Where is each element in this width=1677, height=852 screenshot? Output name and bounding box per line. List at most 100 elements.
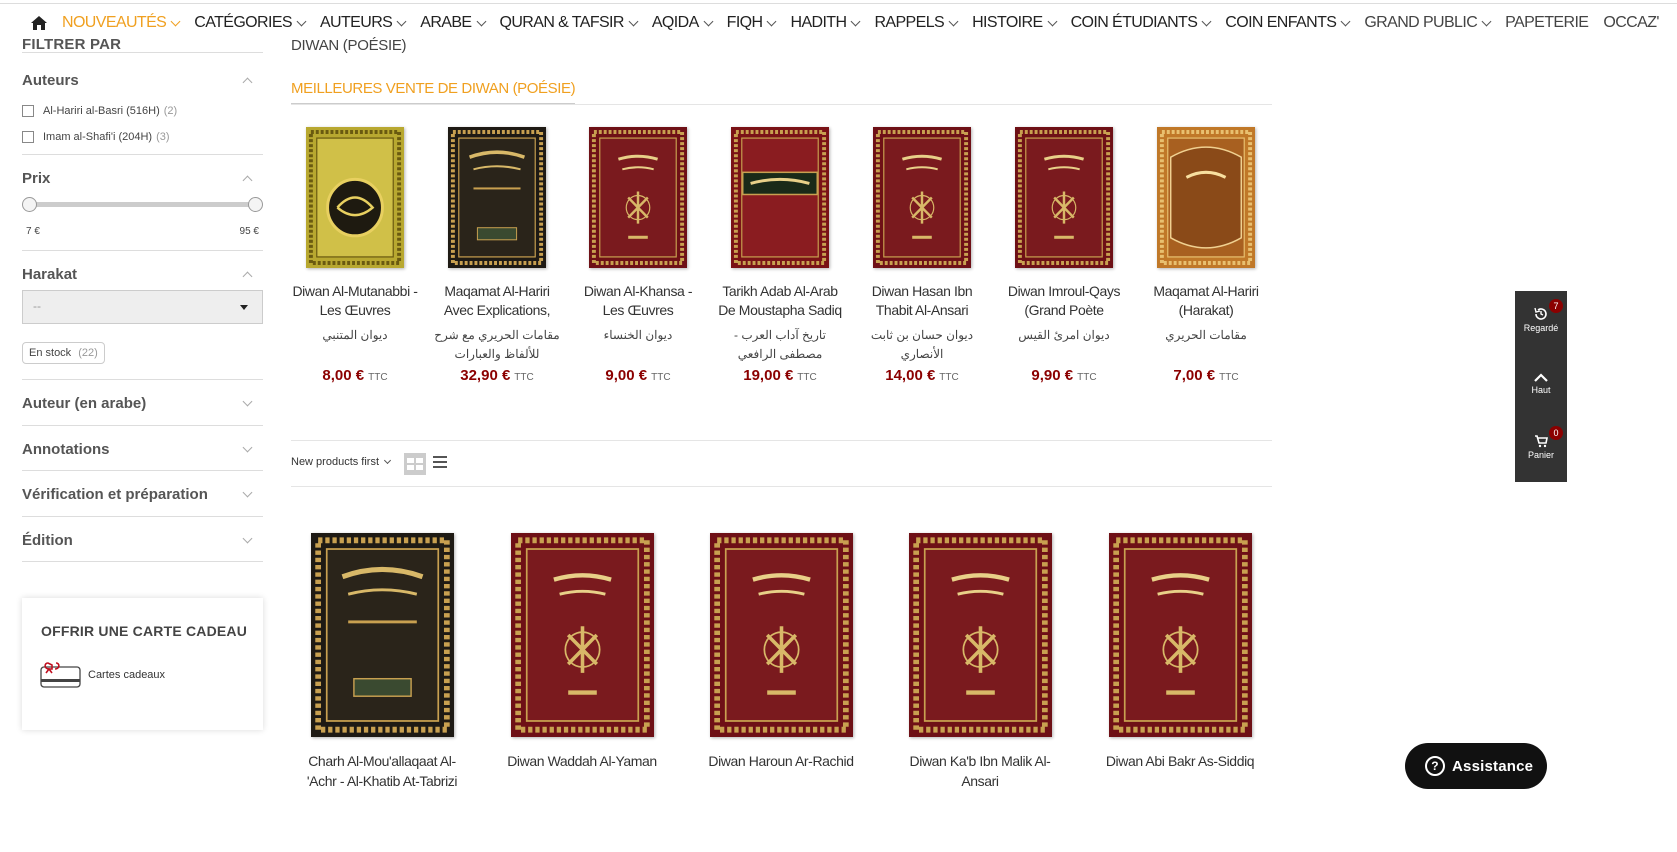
nav-item-rappels[interactable]: RAPPELS bbox=[874, 14, 959, 32]
product-name[interactable]: Diwan Hasan Ibn Thabit Al-Ansari bbox=[857, 282, 987, 320]
author-filter-option[interactable]: Al-Hariri al-Basri (516H) (2) bbox=[22, 98, 177, 124]
product-card[interactable]: Maqamat Al-Hariri Avec Explications, مقام… bbox=[432, 127, 562, 384]
product-card[interactable]: Tarikh Adab Al-Arab De Moustapha Sadiq تا… bbox=[715, 127, 845, 384]
price-tax-label: TTC bbox=[368, 372, 388, 383]
nav-item-fiqh[interactable]: FIQH bbox=[727, 14, 777, 32]
product-name[interactable]: Diwan Imroul-Qays (Grand Poète bbox=[999, 282, 1129, 320]
product-card[interactable]: Diwan Al-Mutanabbi - Les Œuvres Complète… bbox=[290, 127, 420, 384]
product-card[interactable]: Diwan Waddah Al-Yaman bbox=[497, 533, 667, 771]
product-name[interactable]: Diwan Waddah Al-Yaman bbox=[497, 751, 667, 771]
help-icon: ? bbox=[1425, 756, 1445, 776]
gift-card-box: OFFRIR UNE CARTE CADEAU Cartes cadeaux bbox=[22, 598, 263, 730]
product-card[interactable]: Diwan Ka'b Ibn Malik Al-Ansari bbox=[895, 533, 1065, 791]
facet-header[interactable]: Vérification et préparation bbox=[22, 486, 263, 503]
grid-view-icon[interactable] bbox=[404, 453, 426, 475]
nav-item-label: AQIDA bbox=[651, 14, 699, 31]
product-cover-image[interactable] bbox=[448, 127, 546, 268]
nav-item-nouveaut-s[interactable]: NOUVEAUTÉS bbox=[62, 14, 181, 32]
nav-item-label: HISTOIRE bbox=[972, 14, 1043, 31]
chevron-down-icon bbox=[296, 16, 307, 26]
product-card[interactable]: Diwan Abi Bakr As-Siddiq bbox=[1095, 533, 1265, 771]
chevron-up-icon bbox=[242, 77, 253, 88]
product-cover-image[interactable] bbox=[510, 533, 654, 737]
product-card[interactable]: Maqamat Al-Hariri (Harakat) مقامات الحرير… bbox=[1141, 127, 1271, 384]
nav-item-quran-tafsir[interactable]: QURAN & TAFSIR bbox=[500, 14, 639, 32]
in-stock-filter[interactable]: En stock (22) bbox=[22, 342, 105, 364]
facet-header[interactable]: Annotations bbox=[22, 441, 263, 458]
cart-button[interactable]: Panier 0 bbox=[1515, 426, 1567, 460]
viewed-label: Regardé bbox=[1523, 323, 1559, 333]
product-cover-image[interactable] bbox=[1157, 127, 1255, 268]
product-name[interactable]: Diwan Abi Bakr As-Siddiq bbox=[1095, 751, 1265, 771]
sort-dropdown[interactable]: New products first bbox=[291, 456, 392, 468]
divider bbox=[291, 440, 1272, 441]
nav-item-grand-public[interactable]: GRAND PUBLIC bbox=[1364, 14, 1492, 32]
harakat-select[interactable]: -- bbox=[22, 290, 263, 324]
nav-item-arabe[interactable]: ARABE bbox=[420, 14, 486, 32]
price-tax-label: TTC bbox=[1219, 372, 1239, 383]
product-name[interactable]: Diwan Haroun Ar-Rachid bbox=[696, 751, 866, 771]
product-price: 19,00 € TTC bbox=[715, 367, 845, 384]
facet-authors-header[interactable]: Auteurs bbox=[22, 72, 263, 89]
nav-item-aqida[interactable]: AQIDA bbox=[651, 14, 714, 32]
nav-item-coin-enfants[interactable]: COIN ENFANTS bbox=[1225, 14, 1351, 32]
gift-card-link[interactable]: Cartes cadeaux bbox=[88, 669, 165, 681]
nav-item-cat-gories[interactable]: CATÉGORIES bbox=[194, 14, 307, 32]
nav-item-label: NOUVEAUTÉS bbox=[62, 14, 167, 31]
home-icon[interactable] bbox=[30, 13, 50, 33]
product-name[interactable]: Diwan Ka'b Ibn Malik Al-Ansari bbox=[895, 751, 1065, 791]
facet-header[interactable]: Auteur (en arabe) bbox=[22, 395, 263, 412]
nav-item-papeterie[interactable]: PAPETERIE bbox=[1505, 14, 1589, 32]
facet-price: Prix 7 € 95 € bbox=[22, 154, 263, 250]
product-arabic-name: ديوان امرئ القيس bbox=[1018, 328, 1110, 342]
product-cover-image[interactable] bbox=[908, 533, 1052, 737]
product-name[interactable]: Maqamat Al-Hariri Avec Explications, bbox=[432, 282, 562, 320]
nav-item-coin-tudiants[interactable]: COIN ÉTUDIANTS bbox=[1071, 14, 1212, 32]
divider bbox=[291, 104, 1272, 105]
assistance-button[interactable]: ? Assistance bbox=[1405, 743, 1547, 789]
product-cover-image[interactable] bbox=[731, 127, 829, 268]
chevron-down-icon bbox=[767, 16, 777, 26]
nav-item-auteurs[interactable]: AUTEURS bbox=[320, 14, 407, 32]
sort-label: New products first bbox=[291, 456, 380, 468]
chevron-down-icon bbox=[1340, 16, 1351, 26]
product-name[interactable]: Tarikh Adab Al-Arab De Moustapha Sadiq bbox=[715, 282, 845, 320]
product-card[interactable]: Diwan Haroun Ar-Rachid bbox=[696, 533, 866, 771]
product-name[interactable]: Maqamat Al-Hariri (Harakat) bbox=[1141, 282, 1271, 320]
product-card[interactable]: Diwan Al-Khansa - Les Œuvres Complètes -… bbox=[573, 127, 703, 384]
chevron-down-icon bbox=[948, 16, 959, 26]
checkbox[interactable] bbox=[22, 131, 34, 143]
product-name[interactable]: Diwan Al-Mutanabbi - Les Œuvres Complète… bbox=[290, 282, 420, 320]
nav-item-histoire[interactable]: HISTOIRE bbox=[972, 14, 1058, 32]
price-slider-max-handle[interactable] bbox=[248, 197, 263, 212]
author-filter-option[interactable]: Imam al-Shafi'i (204H) (3) bbox=[22, 124, 177, 150]
product-cover-image[interactable] bbox=[709, 533, 853, 737]
nav-item-occaz[interactable]: OCCAZ' bbox=[1603, 14, 1659, 32]
product-price: 9,90 € TTC bbox=[999, 367, 1129, 384]
price-tax-label: TTC bbox=[939, 372, 959, 383]
bestsellers-tab[interactable]: MEILLEURES VENTE DE DIWAN (POÉSIE) bbox=[291, 80, 576, 105]
product-card[interactable]: Charh Al-Mou'allaqaat Al-'Achr - Al-Khat… bbox=[297, 533, 467, 791]
product-card[interactable]: Diwan Imroul-Qays (Grand Poète ديوان امرئ… bbox=[999, 127, 1129, 384]
product-name[interactable]: Diwan Al-Khansa - Les Œuvres Complètes - bbox=[573, 282, 703, 320]
viewed-button[interactable]: Regardé 7 bbox=[1515, 299, 1567, 333]
product-name[interactable]: Charh Al-Mou'allaqaat Al-'Achr - Al-Khat… bbox=[297, 751, 467, 791]
product-cover-image[interactable] bbox=[873, 127, 971, 268]
product-cover-image[interactable] bbox=[306, 127, 404, 268]
product-card[interactable]: Diwan Hasan Ibn Thabit Al-Ansari ديوان حس… bbox=[857, 127, 987, 384]
author-option-count: (3) bbox=[156, 131, 170, 143]
facet-harakat-header[interactable]: Harakat bbox=[22, 266, 263, 283]
list-view-icon[interactable] bbox=[433, 456, 447, 471]
product-cover-image[interactable] bbox=[1108, 533, 1252, 737]
chevron-down-icon bbox=[851, 16, 861, 26]
facet-header[interactable]: Édition bbox=[22, 532, 263, 549]
nav-item-hadith[interactable]: HADITH bbox=[790, 14, 861, 32]
price-slider-min-handle[interactable] bbox=[22, 197, 37, 212]
product-cover-image[interactable] bbox=[310, 533, 454, 737]
author-option-name: Al-Hariri al-Basri (516H) bbox=[43, 105, 160, 117]
back-to-top-button[interactable]: Haut bbox=[1515, 373, 1567, 395]
checkbox[interactable] bbox=[22, 105, 34, 117]
facet-price-header[interactable]: Prix bbox=[22, 170, 263, 187]
product-cover-image[interactable] bbox=[589, 127, 687, 268]
product-cover-image[interactable] bbox=[1015, 127, 1113, 268]
